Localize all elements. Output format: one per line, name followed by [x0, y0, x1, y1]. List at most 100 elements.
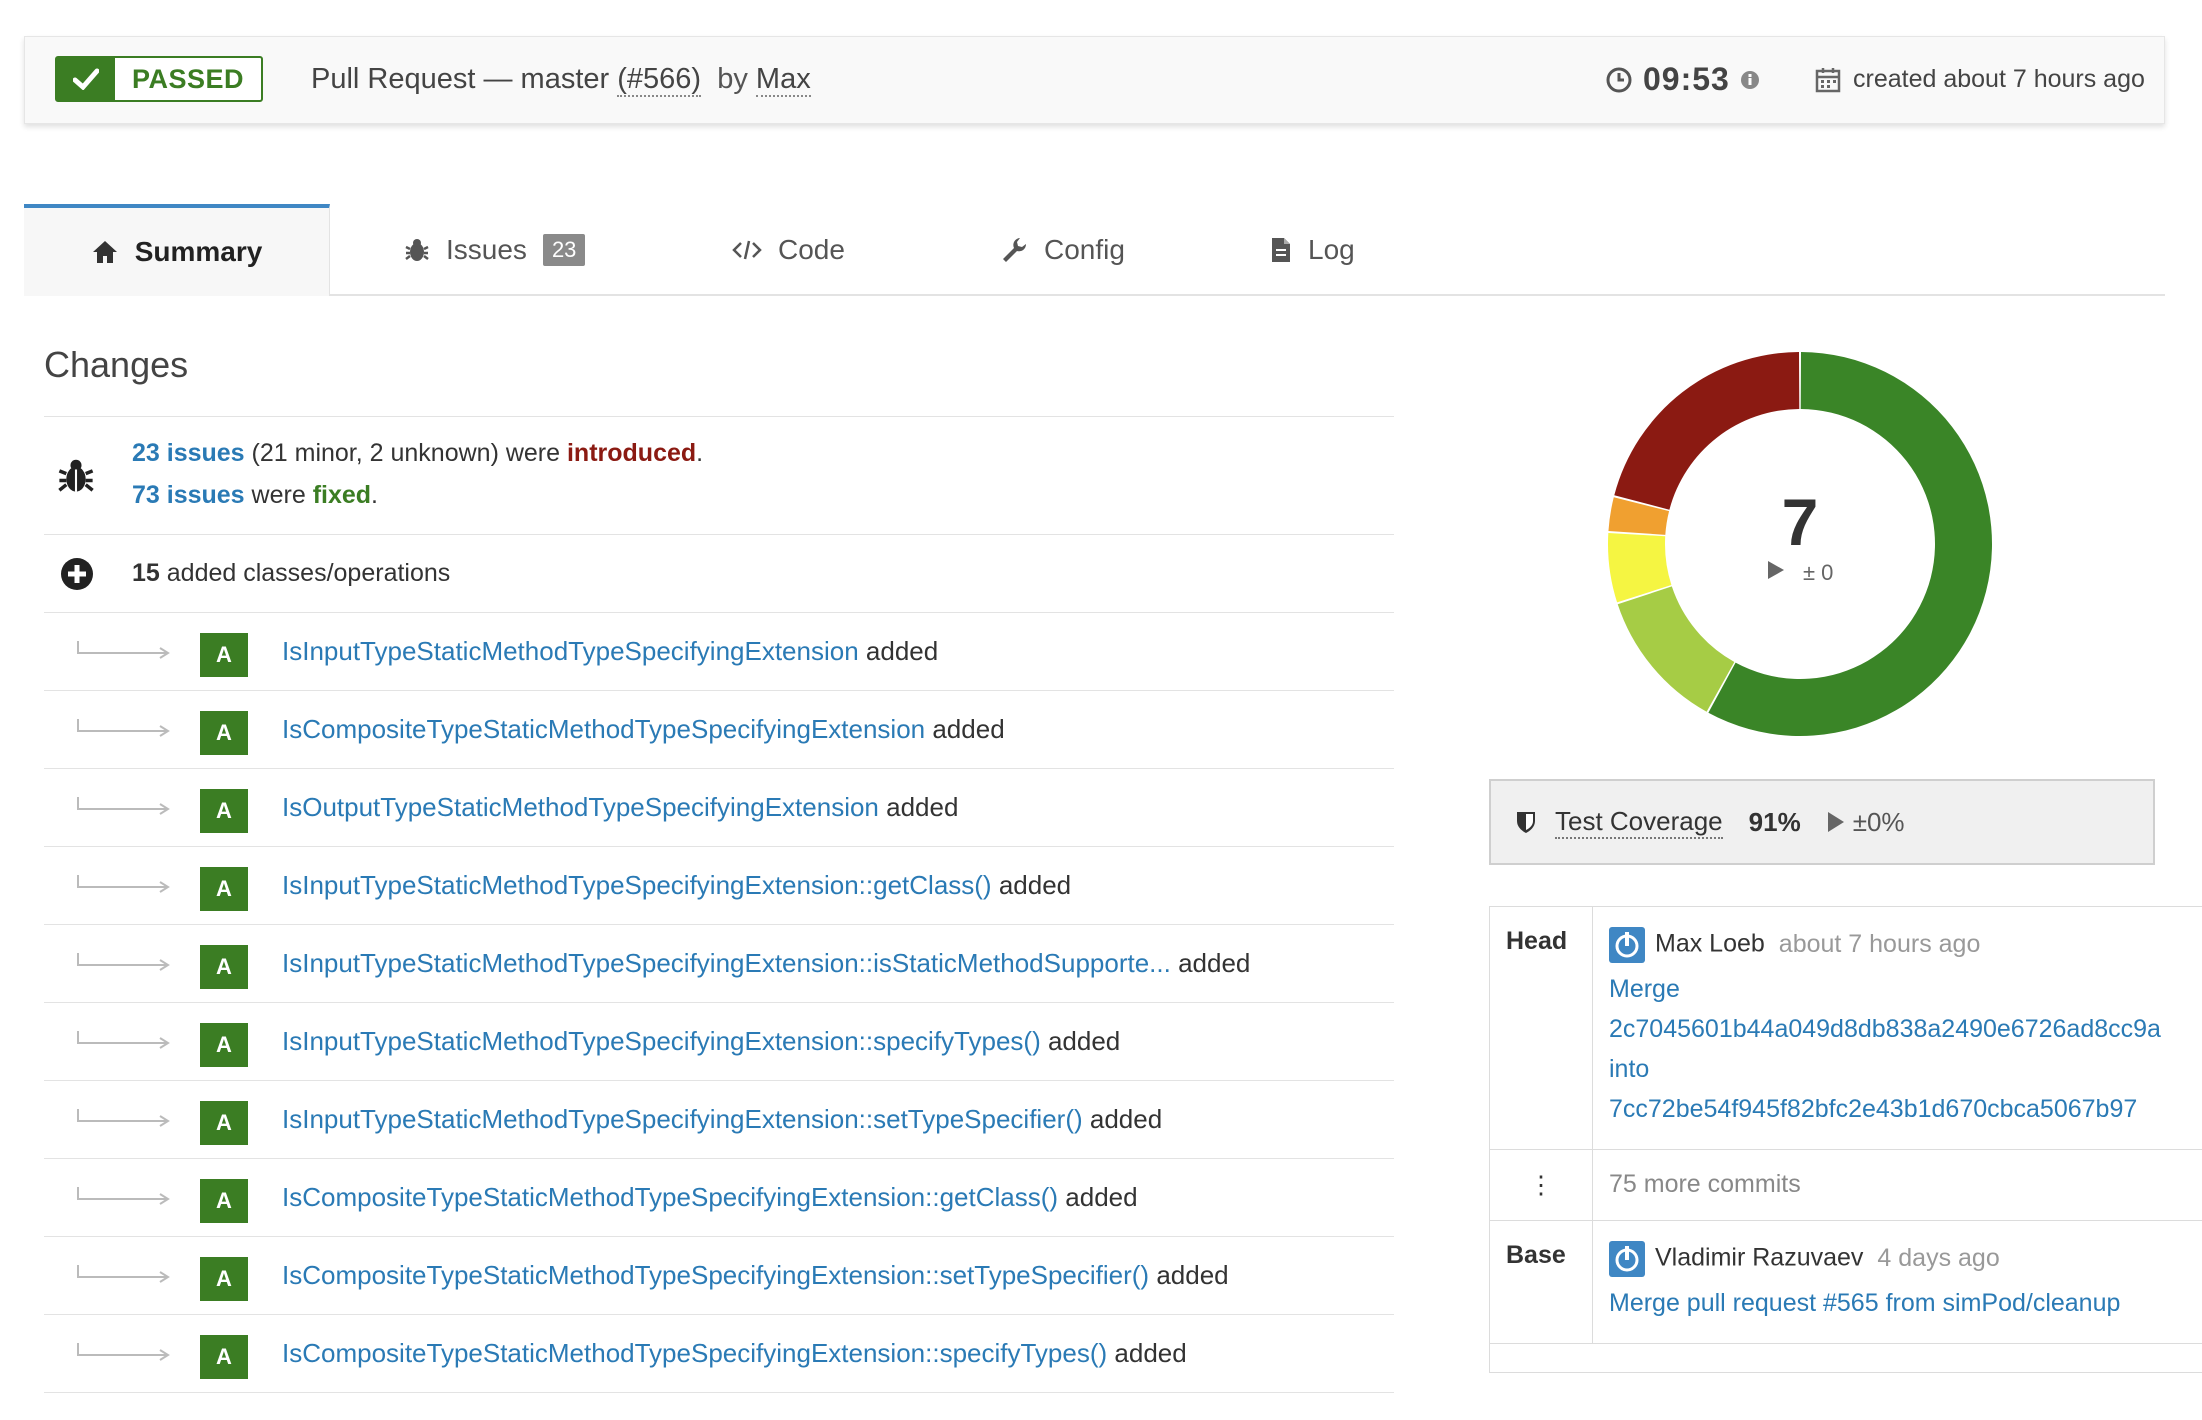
- head-msg-line-3: into: [1609, 1055, 1650, 1083]
- classes-summary-row: 15 added classes/operations: [44, 534, 1394, 612]
- added-item-entry: IsInputTypeStaticMethodTypeSpecifyingExt…: [282, 1026, 1120, 1057]
- head-label: Head: [1489, 906, 1593, 1150]
- play-icon: [1827, 812, 1844, 832]
- home-icon: [92, 241, 117, 263]
- added-badge: A: [200, 789, 248, 833]
- quality-score: 7: [1781, 485, 1819, 559]
- added-badge: A: [200, 1257, 248, 1301]
- added-items: A IsInputTypeStaticMethodTypeSpecifyingEx…: [44, 612, 1394, 1392]
- commits-footer-cell: [1489, 1343, 2202, 1373]
- check-icon: [57, 58, 115, 100]
- tab-issues-label: Issues: [446, 234, 527, 265]
- head-commit-row: Head Max Loeb about 7 hours ago Merge 2c7…: [1489, 906, 2202, 1150]
- changes-title: Changes: [44, 344, 189, 385]
- added-item-link[interactable]: IsInputTypeStaticMethodTypeSpecifyingExt…: [282, 1026, 1041, 1056]
- added-badge: A: [200, 633, 248, 677]
- pr-number-link[interactable]: (#566): [617, 63, 702, 97]
- pr-title: Pull Request — master (#566) by Max: [311, 63, 811, 97]
- head-author: Max Loeb: [1655, 929, 1765, 958]
- added-suffix: added: [1170, 948, 1251, 978]
- introduced-word: introduced: [566, 439, 697, 467]
- added-suffix: added: [858, 636, 939, 666]
- more-commits[interactable]: 75 more commits: [1592, 1149, 2202, 1221]
- added-badge: A: [200, 1335, 248, 1379]
- avatar: [1609, 927, 1645, 963]
- arrow-right-icon: [77, 641, 170, 659]
- coverage-link[interactable]: Test Coverage: [1555, 806, 1723, 839]
- calendar-icon: [1815, 67, 1841, 92]
- added-item-link[interactable]: IsCompositeTypeStaticMethodTypeSpecifyin…: [282, 1338, 1107, 1368]
- coverage-percent: 91%: [1748, 806, 1801, 837]
- added-item-entry: IsCompositeTypeStaticMethodTypeSpecifyin…: [282, 1260, 1229, 1291]
- info-icon[interactable]: [1740, 70, 1760, 90]
- issues-introduced-link[interactable]: 23 issues: [132, 439, 245, 467]
- list-item: A IsCompositeTypeStaticMethodTypeSpecifyi…: [44, 690, 1394, 768]
- added-badge: A: [200, 711, 248, 755]
- added-item-link[interactable]: IsInputTypeStaticMethodTypeSpecifyingExt…: [282, 870, 992, 900]
- classes-text: added classes/operations: [159, 559, 451, 587]
- clock-icon: [1606, 67, 1632, 92]
- added-item-entry: IsInputTypeStaticMethodTypeSpecifyingExt…: [282, 636, 938, 667]
- test-coverage-box: Test Coverage 91% ±0%: [1489, 779, 2155, 865]
- created-text: created about 7 hours ago: [1853, 65, 2145, 93]
- tab-code[interactable]: Code: [732, 204, 845, 296]
- added-item-link[interactable]: IsCompositeTypeStaticMethodTypeSpecifyin…: [282, 714, 925, 744]
- added-suffix: added: [878, 792, 959, 822]
- added-badge: A: [200, 1179, 248, 1223]
- tab-log-label: Log: [1308, 234, 1355, 265]
- bug-icon: [58, 459, 94, 492]
- arrow-right-icon: [77, 953, 170, 971]
- arrow-right-icon: [77, 1031, 170, 1049]
- fixed-word: fixed: [312, 481, 372, 509]
- added-item-link[interactable]: IsInputTypeStaticMethodTypeSpecifyingExt…: [282, 636, 859, 666]
- added-suffix: added: [1107, 1338, 1187, 1368]
- added-suffix: added: [1058, 1182, 1138, 1212]
- list-item: A IsInputTypeStaticMethodTypeSpecifyingEx…: [44, 924, 1394, 1002]
- added-item-link[interactable]: IsInputTypeStaticMethodTypeSpecifyingExt…: [282, 1104, 1083, 1134]
- tab-summary-label: Summary: [134, 236, 263, 267]
- pr-title-prefix: Pull Request —: [311, 63, 521, 95]
- base-ago: 4 days ago: [1877, 1243, 2000, 1272]
- plus-circle-icon: [61, 558, 93, 590]
- build-duration: 09:53: [1605, 61, 1760, 98]
- head-ago: about 7 hours ago: [1778, 929, 1981, 958]
- arrow-right-icon: [77, 1109, 170, 1127]
- base-label: Base: [1489, 1220, 1593, 1344]
- tab-log[interactable]: Log: [1270, 204, 1355, 296]
- coverage-label: Test Coverage: [1515, 806, 1723, 839]
- shield-icon: [1517, 812, 1535, 833]
- code-icon: [732, 240, 762, 260]
- head-msg-line-1: Merge: [1609, 975, 1680, 1003]
- added-item-link[interactable]: IsCompositeTypeStaticMethodTypeSpecifyin…: [282, 1260, 1149, 1290]
- pr-author-link[interactable]: Max: [755, 63, 811, 97]
- bug-icon: [405, 239, 429, 261]
- list-item: A IsInputTypeStaticMethodTypeSpecifyingEx…: [44, 1080, 1394, 1158]
- issues-fixed-link[interactable]: 73 issues: [132, 481, 245, 509]
- issues-fixed-line: 73 issues were fixed.: [132, 481, 378, 509]
- tab-bar: Summary Issues 23 Code Config Log: [24, 204, 2165, 296]
- added-item-link[interactable]: IsInputTypeStaticMethodTypeSpecifyingExt…: [282, 948, 1171, 978]
- added-item-entry: IsInputTypeStaticMethodTypeSpecifyingExt…: [282, 1104, 1162, 1135]
- quality-delta-value: ± 0: [1802, 560, 1834, 585]
- tab-summary[interactable]: Summary: [24, 204, 330, 296]
- added-badge: A: [200, 867, 248, 911]
- added-item-link[interactable]: IsOutputTypeStaticMethodTypeSpecifyingEx…: [282, 792, 879, 822]
- arrow-right-icon: [77, 1343, 170, 1361]
- added-item-link[interactable]: IsCompositeTypeStaticMethodTypeSpecifyin…: [282, 1182, 1058, 1212]
- added-suffix: added: [991, 870, 1072, 900]
- added-item-entry: IsInputTypeStaticMethodTypeSpecifyingExt…: [282, 948, 1250, 979]
- commits-table: Head Max Loeb about 7 hours ago Merge 2c7…: [1489, 906, 2202, 1373]
- base-commit: Vladimir Razuvaev 4 days ago Merge pull r…: [1592, 1220, 2202, 1344]
- head-commit: Max Loeb about 7 hours ago Merge 2c704560…: [1592, 906, 2202, 1150]
- base-author: Vladimir Razuvaev: [1655, 1243, 1864, 1272]
- arrow-right-icon: [77, 875, 170, 893]
- head-commit-message[interactable]: Merge 2c7045601b44a049d8db838a2490e6726a…: [1609, 969, 2190, 1129]
- tab-config[interactable]: Config: [1000, 204, 1125, 296]
- tab-issues[interactable]: Issues 23: [404, 204, 586, 296]
- ellipsis-icon: ⋮: [1489, 1149, 1593, 1221]
- donut-segment-1: [1617, 586, 1735, 712]
- base-commit-message[interactable]: Merge pull request #565 from simPod/clea…: [1609, 1283, 2190, 1323]
- head-msg-line-4: 7cc72be54f945f82bfc2e43b1d670cbca5067b97: [1609, 1095, 2138, 1123]
- added-item-entry: IsCompositeTypeStaticMethodTypeSpecifyin…: [282, 1182, 1138, 1213]
- commits-table-footer: [1489, 1343, 2202, 1373]
